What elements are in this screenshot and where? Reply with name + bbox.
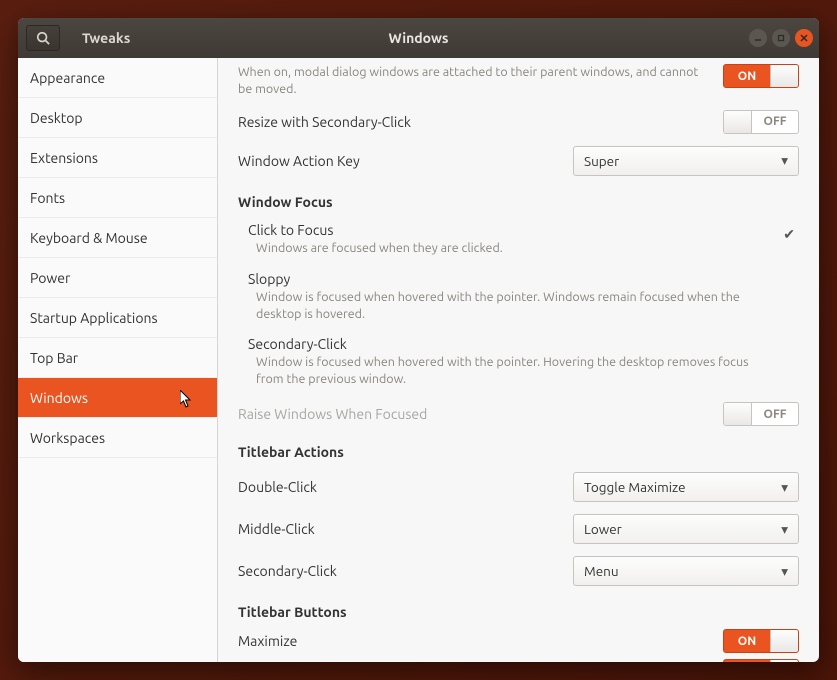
chevron-down-icon: ▾ [781, 563, 788, 580]
secondary-click-select[interactable]: Menu ▾ [573, 556, 799, 586]
toggle-knob [770, 65, 798, 87]
focus-option-title: Sloppy [248, 271, 791, 287]
window-close-button[interactable] [795, 29, 813, 47]
close-icon [800, 34, 808, 42]
select-value: Toggle Maximize [584, 479, 686, 495]
mouse-cursor-icon [180, 390, 192, 408]
focus-option-desc: Window is focused when hovered with the … [248, 289, 758, 323]
toggle-knob [770, 630, 798, 652]
sidebar-item-label: Windows [30, 390, 88, 406]
toggle-off-label: OFF [752, 408, 798, 421]
sidebar-item-label: Extensions [30, 150, 98, 166]
maximize-label: Maximize [238, 633, 297, 649]
chevron-down-icon: ▾ [781, 479, 788, 496]
raise-when-focused-toggle[interactable]: OFF [723, 402, 799, 426]
row-middle-click: Middle-Click Lower ▾ [238, 508, 799, 550]
window-maximize-button[interactable] [772, 29, 790, 47]
sidebar-item-label: Appearance [30, 70, 105, 86]
sidebar-item-windows[interactable]: Windows [18, 378, 217, 418]
focus-option-desc: Window is focused when hovered with the … [248, 354, 758, 388]
sidebar-item-label: Workspaces [30, 430, 105, 446]
resize-secondary-label: Resize with Secondary-Click [238, 114, 411, 130]
page-title: Windows [388, 30, 448, 46]
window-minimize-button[interactable] [749, 29, 767, 47]
row-raise-when-focused: Raise Windows When Focused OFF [238, 396, 799, 432]
focus-option-title: Click to Focus [248, 222, 791, 238]
row-attach-modal: When on, modal dialog windows are attach… [238, 58, 799, 104]
focus-option-title: Secondary-Click [248, 336, 791, 352]
attach-modal-toggle[interactable]: ON [723, 64, 799, 88]
content-pane: When on, modal dialog windows are attach… [218, 58, 819, 662]
sidebar-item-label: Fonts [30, 190, 65, 206]
double-click-select[interactable]: Toggle Maximize ▾ [573, 472, 799, 502]
row-maximize: Maximize ON [238, 626, 799, 656]
sidebar-item-keyboard-mouse[interactable]: Keyboard & Mouse [18, 218, 217, 258]
window-action-key-select[interactable]: Super ▾ [573, 146, 799, 176]
row-minimize: Minimize ON [238, 656, 799, 662]
maximize-toggle[interactable]: ON [723, 629, 799, 653]
heading-titlebar-buttons: Titlebar Buttons [238, 604, 799, 620]
row-double-click: Double-Click Toggle Maximize ▾ [238, 466, 799, 508]
sidebar-item-label: Top Bar [30, 350, 78, 366]
toggle-on-label: ON [724, 635, 770, 648]
search-icon [36, 31, 50, 45]
sidebar-item-workspaces[interactable]: Workspaces [18, 418, 217, 458]
select-value: Super [584, 153, 619, 169]
focus-option-desc: Windows are focused when they are clicke… [248, 240, 758, 257]
middle-click-select[interactable]: Lower ▾ [573, 514, 799, 544]
sidebar-item-label: Power [30, 270, 70, 286]
row-resize-secondary: Resize with Secondary-Click OFF [238, 104, 799, 140]
attach-modal-desc: When on, modal dialog windows are attach… [238, 64, 708, 98]
tweaks-window: Tweaks Windows Appearance Desktop Extens… [18, 18, 819, 662]
sidebar-item-label: Desktop [30, 110, 83, 126]
search-button[interactable] [26, 25, 60, 51]
sidebar-item-top-bar[interactable]: Top Bar [18, 338, 217, 378]
toggle-knob [724, 111, 752, 133]
select-value: Menu [584, 563, 619, 579]
middle-click-label: Middle-Click [238, 521, 315, 537]
minimize-icon [754, 34, 762, 42]
sidebar-item-power[interactable]: Power [18, 258, 217, 298]
focus-option-secondary-click[interactable]: Secondary-Click Window is focused when h… [238, 330, 799, 396]
focus-option-click[interactable]: Click to Focus Windows are focused when … [238, 216, 799, 265]
toggle-knob [724, 403, 752, 425]
heading-window-focus: Window Focus [238, 194, 799, 210]
window-action-key-label: Window Action Key [238, 153, 360, 169]
minimize-toggle[interactable]: ON [723, 659, 799, 662]
sidebar-item-label: Startup Applications [30, 310, 158, 326]
resize-secondary-toggle[interactable]: OFF [723, 110, 799, 134]
sidebar-item-label: Keyboard & Mouse [30, 230, 148, 246]
double-click-label: Double-Click [238, 479, 317, 495]
raise-when-focused-label: Raise Windows When Focused [238, 406, 427, 422]
secondary-click-label: Secondary-Click [238, 563, 337, 579]
chevron-down-icon: ▾ [781, 521, 788, 538]
focus-option-sloppy[interactable]: Sloppy Window is focused when hovered wi… [238, 265, 799, 331]
check-icon: ✔ [783, 226, 795, 243]
sidebar: Appearance Desktop Extensions Fonts Keyb… [18, 58, 218, 662]
row-secondary-click: Secondary-Click Menu ▾ [238, 550, 799, 592]
sidebar-item-startup-applications[interactable]: Startup Applications [18, 298, 217, 338]
titlebar: Tweaks Windows [18, 18, 819, 58]
row-window-action-key: Window Action Key Super ▾ [238, 140, 799, 182]
heading-titlebar-actions: Titlebar Actions [238, 444, 799, 460]
select-value: Lower [584, 521, 622, 537]
sidebar-item-desktop[interactable]: Desktop [18, 98, 217, 138]
toggle-off-label: OFF [752, 115, 798, 128]
app-title: Tweaks [82, 30, 130, 46]
sidebar-item-extensions[interactable]: Extensions [18, 138, 217, 178]
chevron-down-icon: ▾ [781, 152, 788, 169]
sidebar-item-fonts[interactable]: Fonts [18, 178, 217, 218]
sidebar-item-appearance[interactable]: Appearance [18, 58, 217, 98]
maximize-icon [777, 34, 785, 42]
toggle-knob [770, 660, 798, 662]
toggle-on-label: ON [724, 70, 770, 83]
